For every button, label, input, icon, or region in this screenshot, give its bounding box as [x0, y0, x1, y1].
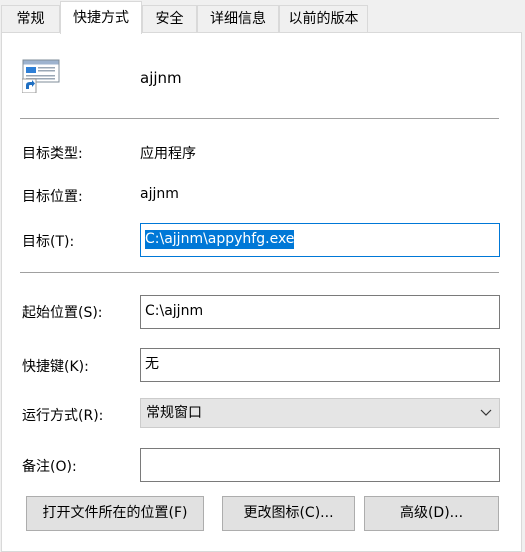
application-shortcut-icon	[21, 59, 60, 94]
start-in-field[interactable]: C:\ajjnm	[140, 295, 500, 329]
target-location-value: ajjnm	[140, 186, 179, 202]
tab-details[interactable]: 详细信息	[197, 5, 279, 32]
chevron-down-icon	[479, 405, 493, 419]
target-field-text: C:\ajjnm\appyhfg.exe	[145, 230, 295, 249]
tab-previous-versions[interactable]: 以前的版本	[279, 5, 368, 32]
shortcut-name: ajjnm	[140, 69, 182, 87]
tab-strip: 常规 快捷方式 安全 详细信息 以前的版本	[0, 0, 525, 34]
target-location-label: 目标位置:	[22, 189, 83, 205]
target-type-label: 目标类型:	[22, 146, 83, 162]
open-file-location-button[interactable]: 打开文件所在的位置(F)	[26, 496, 204, 531]
shortcut-key-label: 快捷键(K):	[22, 359, 89, 375]
run-select[interactable]: 常规窗口	[140, 398, 500, 428]
tab-general[interactable]: 常规	[1, 5, 60, 32]
start-in-label: 起始位置(S):	[22, 305, 103, 321]
divider-top	[20, 118, 499, 119]
comment-label: 备注(O):	[22, 459, 77, 475]
advanced-button[interactable]: 高级(D)...	[364, 496, 499, 531]
run-label: 运行方式(R):	[22, 408, 104, 424]
start-in-field-text: C:\ajjnm	[145, 303, 204, 319]
comment-field[interactable]	[140, 448, 500, 482]
target-type-value: 应用程序	[140, 146, 196, 162]
target-field[interactable]: C:\ajjnm\appyhfg.exe	[140, 223, 500, 257]
divider-middle	[20, 272, 499, 273]
tab-security[interactable]: 安全	[142, 5, 197, 32]
target-label: 目标(T):	[22, 234, 75, 250]
run-select-value: 常规窗口	[146, 405, 202, 421]
change-icon-button[interactable]: 更改图标(C)...	[222, 496, 355, 531]
tab-shortcut[interactable]: 快捷方式	[60, 1, 142, 34]
shortcut-key-field[interactable]: 无	[140, 348, 500, 382]
shortcut-key-field-text: 无	[145, 356, 159, 372]
